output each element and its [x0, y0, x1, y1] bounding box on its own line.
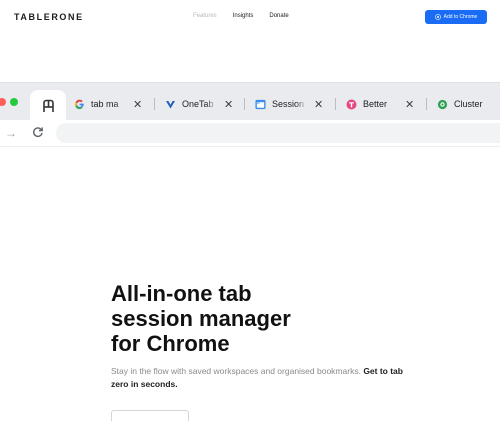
- browser-tab[interactable]: OneTab ✕: [165, 91, 233, 117]
- top-navigation: TABLERONE Features Insights Donate Add t…: [0, 0, 500, 36]
- chrome-icon: [434, 14, 441, 20]
- browser-tab[interactable]: tab ma ✕: [74, 91, 142, 117]
- tab-divider: [244, 98, 245, 110]
- tab-title: Better: [363, 99, 388, 109]
- tab-divider: [335, 98, 336, 110]
- maximize-window-light[interactable]: [10, 98, 18, 106]
- tab-title: tab ma: [91, 99, 119, 109]
- site-logo[interactable]: TABLERONE: [14, 12, 84, 22]
- add-to-chrome-button[interactable]: Add to Chrome: [425, 10, 487, 24]
- reload-icon[interactable]: [32, 126, 44, 141]
- active-tab-tablerone[interactable]: [30, 90, 66, 121]
- nav-link-insights[interactable]: Insights: [233, 13, 254, 19]
- forward-arrow-icon[interactable]: →: [5, 126, 17, 140]
- browser-tab[interactable]: Session ✕: [255, 91, 323, 117]
- tablerone-icon: [42, 99, 54, 112]
- session-buddy-icon: [255, 99, 266, 110]
- hero-title: All-in-one tab session manager for Chrom…: [111, 281, 411, 356]
- onetab-icon: [165, 99, 176, 110]
- hero-subtitle: Stay in the flow with saved workspaces a…: [111, 365, 411, 391]
- browser-toolbar: →: [0, 120, 500, 147]
- close-tab-icon[interactable]: ✕: [314, 98, 323, 111]
- better-tab-icon: [346, 99, 357, 110]
- cluster-icon: [437, 99, 448, 110]
- close-window-light[interactable]: [0, 98, 6, 106]
- hero-title-line: for Chrome: [111, 331, 230, 356]
- hero-subtitle-text: Stay in the flow with saved workspaces a…: [111, 366, 361, 376]
- add-to-chrome-label: Add to Chrome: [443, 14, 478, 20]
- nav-link-donate[interactable]: Donate: [269, 13, 288, 19]
- browser-tab-strip: tab ma ✕ OneTab ✕ Session ✕ Better ✕ Clu…: [0, 82, 500, 121]
- google-icon: [74, 99, 85, 110]
- hero-title-line: All-in-one tab: [111, 281, 252, 306]
- close-tab-icon[interactable]: ✕: [405, 98, 414, 111]
- tab-divider: [426, 98, 427, 110]
- tab-title: OneTab: [182, 99, 214, 109]
- window-controls: [0, 98, 18, 106]
- hero-title-line: session manager: [111, 306, 291, 331]
- hero-cta-button[interactable]: [111, 410, 189, 421]
- browser-tab[interactable]: Better ✕: [346, 91, 414, 117]
- tab-title: Session: [272, 99, 305, 109]
- browser-tab[interactable]: Cluster: [437, 91, 500, 117]
- tab-title: Cluster: [454, 99, 483, 109]
- nav-links: Features Insights Donate: [193, 13, 289, 19]
- tab-divider: [154, 98, 155, 110]
- close-tab-icon[interactable]: ✕: [133, 98, 142, 111]
- close-tab-icon[interactable]: ✕: [224, 98, 233, 111]
- nav-link-features[interactable]: Features: [193, 13, 217, 19]
- address-bar[interactable]: [56, 123, 500, 143]
